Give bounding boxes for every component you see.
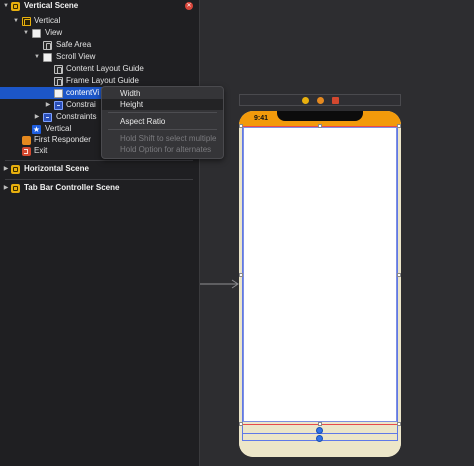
first-responder-icon: [22, 136, 31, 145]
constraint-knob[interactable]: [316, 435, 323, 442]
resize-handle[interactable]: [318, 124, 322, 128]
scene-icon: [11, 165, 20, 174]
resize-handle[interactable]: [397, 422, 401, 426]
outline-row-label: Content Layout Guide: [66, 64, 144, 73]
outline-row-vertical-scene[interactable]: ▼ Vertical Scene ✕: [0, 0, 199, 12]
constraint-context-menu: Width Height Aspect Ratio Hold Shift to …: [101, 86, 224, 159]
resize-handle[interactable]: [239, 422, 243, 426]
menu-hint-shift: Hold Shift to select multiple: [120, 134, 217, 143]
outline-row-label: Tab Bar Controller Scene: [24, 183, 120, 192]
resize-handle[interactable]: [397, 124, 401, 128]
constraint-knob[interactable]: [316, 427, 323, 434]
layout-guide-icon: [43, 41, 52, 50]
menu-item-width[interactable]: Width: [102, 88, 223, 99]
document-outline: ▼ Vertical Scene ✕ ▼ Vertical ▼ View Saf…: [0, 0, 200, 466]
outline-row-scroll-view[interactable]: ▼ Scroll View: [0, 51, 199, 63]
status-time: 9:41: [254, 115, 269, 122]
outline-row-content-layout-guide[interactable]: Content Layout Guide: [0, 63, 199, 75]
view-controller-icon: [22, 17, 31, 26]
outline-row-label: View: [45, 28, 63, 37]
disclosure-triangle-icon[interactable]: ▼: [22, 27, 30, 39]
entry-point-arrow-icon: [200, 279, 239, 289]
view-icon: [32, 29, 41, 38]
storyboard-entry-icon: ★: [32, 125, 41, 134]
scene-dock: [239, 94, 401, 106]
disclosure-triangle-icon[interactable]: ▼: [12, 15, 20, 27]
layout-guide-icon: [54, 77, 63, 86]
scene-icon: [11, 2, 20, 11]
outline-row-label: Horizontal Scene: [24, 164, 89, 173]
close-icon[interactable]: ✕: [185, 2, 193, 10]
view-icon: [54, 89, 63, 98]
divider: [5, 160, 193, 161]
disclosure-triangle-icon[interactable]: ▼: [33, 51, 41, 63]
disclosure-triangle-icon[interactable]: ▶: [2, 182, 10, 194]
outline-row-label: Constraints: [56, 112, 97, 121]
constraint-line[interactable]: [397, 126, 398, 440]
constraints-icon: [54, 101, 63, 110]
resize-handle[interactable]: [397, 273, 401, 277]
exit-icon[interactable]: [332, 97, 339, 104]
outline-row-label: Exit: [34, 146, 48, 155]
outline-row-view[interactable]: ▼ View: [0, 27, 199, 39]
view-icon: [43, 53, 52, 62]
menu-divider: [108, 129, 217, 130]
outline-row-tab-bar-controller-scene[interactable]: ▶ Tab Bar Controller Scene: [0, 182, 199, 194]
disclosure-triangle-icon[interactable]: ▼: [2, 0, 10, 12]
layout-guide-icon: [54, 65, 63, 74]
outline-row-vertical-controller[interactable]: ▼ Vertical: [0, 15, 199, 27]
disclosure-triangle-icon[interactable]: ▶: [2, 163, 10, 175]
view-controller-icon[interactable]: [302, 97, 309, 104]
menu-divider: [108, 112, 217, 113]
constraints-icon: [43, 113, 52, 122]
resize-handle[interactable]: [239, 273, 243, 277]
disclosure-triangle-icon[interactable]: ▶: [33, 111, 41, 123]
outline-row-label: contentVi: [66, 88, 100, 97]
menu-item-height[interactable]: Height: [102, 99, 223, 110]
device-notch: [277, 111, 363, 121]
content-view[interactable]: [243, 127, 397, 422]
outline-row-label: Scroll View: [56, 52, 96, 61]
outline-row-horizontal-scene[interactable]: ▶ Horizontal Scene: [0, 163, 199, 175]
outline-row-label: Vertical: [34, 16, 61, 25]
iphone-frame: 9:41: [239, 111, 401, 457]
disclosure-triangle-icon[interactable]: ▶: [44, 99, 52, 111]
resize-handle[interactable]: [239, 124, 243, 128]
menu-hint-option: Hold Option for alternates: [120, 145, 212, 154]
exit-icon: [22, 147, 31, 156]
menu-item-aspect-ratio[interactable]: Aspect Ratio: [102, 116, 223, 127]
outline-row-label: Constrai: [66, 100, 96, 109]
resize-handle[interactable]: [318, 422, 322, 426]
outline-row-safe-area[interactable]: Safe Area: [0, 39, 199, 51]
scene-icon: [11, 184, 20, 193]
outline-row-label: Safe Area: [56, 40, 92, 49]
outline-row-label: Vertical Scene: [24, 1, 79, 10]
divider: [5, 179, 193, 180]
constraint-line[interactable]: [242, 126, 243, 440]
first-responder-icon[interactable]: [317, 97, 324, 104]
